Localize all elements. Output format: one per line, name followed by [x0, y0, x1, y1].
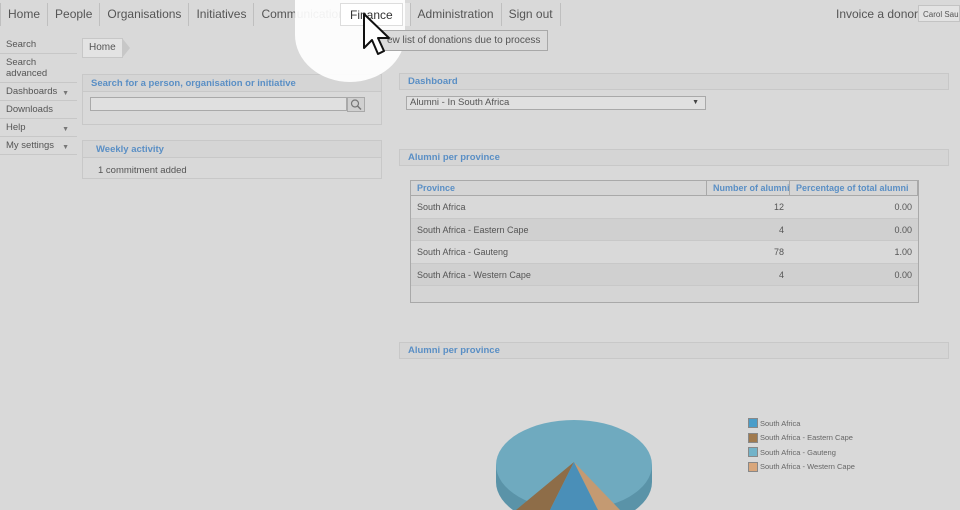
main-nav: Home People Organisations Initiatives Co… [0, 3, 561, 26]
alumni-table-title: Alumni per province [399, 149, 949, 166]
legend-swatch [748, 461, 758, 472]
table-cell: 0.00 [894, 269, 912, 280]
legend-item: South Africa [748, 416, 855, 431]
table-cell: 78 [773, 247, 784, 257]
sidebar-item-help[interactable]: Help ▼ [0, 119, 77, 137]
mouse-pointer-icon [363, 13, 390, 55]
invoice-donor-link[interactable]: Invoice a donor [836, 7, 918, 21]
sidebar-item-downloads[interactable]: Downloads [0, 101, 77, 119]
table-cell: South Africa [417, 202, 466, 212]
nav-organisations[interactable]: Organisations [100, 3, 190, 26]
sidebar-item-label: Search [6, 39, 37, 50]
legend-item: South Africa - Gauteng [748, 445, 855, 460]
legend-label: South Africa - Western Cape [760, 462, 855, 472]
legend-label: South Africa - Gauteng [760, 447, 836, 457]
sidebar-item-search-advanced[interactable]: Search advanced [0, 54, 77, 83]
dashboard-select-value: Alumni - In South Africa [410, 97, 510, 108]
chevron-down-icon: ▼ [62, 144, 69, 151]
legend-label: South Africa [760, 418, 801, 428]
chevron-down-icon: ▼ [62, 90, 69, 97]
weekly-activity-title: Weekly activity [83, 141, 381, 158]
table-cell: 4 [778, 269, 784, 280]
legend-swatch [748, 418, 758, 429]
sidebar-item-search[interactable]: Search [0, 36, 77, 54]
alumni-chart-title: Alumni per province [399, 342, 949, 359]
sidebar-item-label: Downloads [6, 104, 53, 115]
table-cell: 0.00 [894, 202, 912, 212]
table-cell: 4 [778, 224, 784, 235]
table-cell: South Africa - Western Cape [417, 269, 531, 280]
legend-item: South Africa - Western Cape [748, 460, 855, 475]
finance-tooltip: ew list of donations due to process [376, 30, 548, 51]
dashboard-title: Dashboard [399, 73, 949, 90]
legend-label: South Africa - Eastern Cape [760, 433, 853, 443]
sidebar-item-my-settings[interactable]: My settings ▼ [0, 137, 77, 155]
legend-swatch [748, 432, 758, 443]
search-input[interactable] [90, 97, 347, 111]
weekly-activity-text: 1 commitment added [98, 165, 187, 176]
sidebar-item-label: Dashboards [6, 86, 58, 97]
legend-swatch [748, 447, 758, 458]
alumni-table: Province Number of alumni Percentage of … [410, 180, 919, 303]
breadcrumb[interactable]: Home [82, 38, 130, 58]
sidebar: Search Search advanced Dashboards ▼ Down… [0, 36, 77, 155]
table-cell: South Africa - Gauteng [417, 247, 509, 257]
table-row: South Africa - Western Cape 4 0.00 [411, 263, 918, 286]
search-icon [350, 99, 362, 111]
table-cell: 12 [773, 202, 784, 212]
table-row: South Africa 12 0.00 [411, 196, 918, 219]
caret-down-icon: ▼ [692, 99, 699, 106]
chart-legend: South Africa South Africa - Eastern Cape… [748, 416, 855, 474]
column-header-number[interactable]: Number of alumni [707, 181, 790, 195]
nav-people[interactable]: People [48, 3, 101, 26]
table-cell: 1.00 [894, 247, 912, 257]
legend-item: South Africa - Eastern Cape [748, 431, 855, 446]
column-header-percentage[interactable]: Percentage of total alumni [790, 181, 918, 195]
table-header-row: Province Number of alumni Percentage of … [411, 181, 918, 196]
sidebar-item-dashboards[interactable]: Dashboards ▼ [0, 83, 77, 101]
table-row: South Africa - Gauteng 78 1.00 [411, 241, 918, 264]
search-button[interactable] [347, 97, 365, 112]
user-name-badge[interactable]: Carol Saur [918, 5, 960, 22]
weekly-activity-panel: Weekly activity 1 commitment added [82, 140, 382, 179]
column-header-province[interactable]: Province [411, 181, 707, 195]
alumni-pie-chart [496, 420, 652, 510]
sidebar-item-label: Search advanced [6, 57, 48, 79]
sidebar-item-label: Help [6, 122, 26, 133]
chevron-down-icon: ▼ [62, 126, 69, 133]
sidebar-item-label: My settings [6, 140, 55, 151]
table-cell: 0.00 [894, 224, 912, 235]
table-cell: South Africa - Eastern Cape [417, 224, 529, 235]
nav-sign-out[interactable]: Sign out [501, 3, 561, 26]
table-row: South Africa - Eastern Cape 4 0.00 [411, 218, 918, 241]
nav-administration[interactable]: Administration [410, 3, 502, 26]
nav-initiatives[interactable]: Initiatives [189, 3, 255, 26]
nav-home[interactable]: Home [0, 3, 49, 26]
dashboard-select[interactable]: Alumni - In South Africa ▼ [406, 96, 706, 110]
